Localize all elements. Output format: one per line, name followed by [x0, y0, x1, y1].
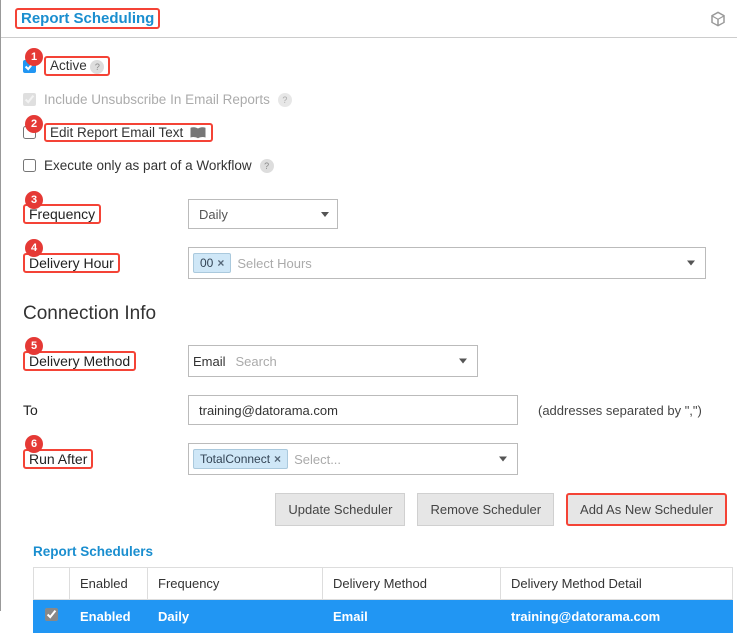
unsubscribe-checkbox	[23, 93, 36, 106]
run-after-combo[interactable]: TotalConnect × Select...	[188, 443, 518, 475]
to-hint: (addresses separated by ",")	[538, 403, 702, 418]
cube-icon[interactable]	[709, 10, 727, 28]
page-title: Report Scheduling	[21, 10, 154, 27]
chevron-down-icon	[687, 261, 695, 266]
frequency-select[interactable]: Daily	[188, 199, 338, 229]
row-enabled: Enabled	[70, 600, 148, 633]
delivery-hour-combo[interactable]: 00 × Select Hours	[188, 247, 706, 279]
marker-4: 4	[25, 239, 43, 257]
frequency-label: Frequency	[29, 206, 95, 222]
delivery-method-value: Email	[193, 354, 226, 369]
update-scheduler-button[interactable]: Update Scheduler	[275, 493, 405, 526]
remove-tag-icon[interactable]: ×	[217, 256, 224, 270]
delivery-hour-label: Delivery Hour	[29, 255, 114, 271]
marker-6: 6	[25, 435, 43, 453]
marker-1: 1	[25, 48, 43, 66]
book-icon[interactable]	[189, 126, 207, 140]
help-icon[interactable]: ?	[90, 60, 104, 74]
to-label: To	[23, 402, 188, 418]
row-checkbox[interactable]	[45, 608, 58, 621]
hour-tag[interactable]: 00 ×	[193, 253, 231, 273]
run-after-placeholder: Select...	[294, 452, 341, 467]
table-header: Delivery Method Detail	[501, 568, 733, 600]
table-header-row: Enabled Frequency Delivery Method Delive…	[34, 568, 733, 600]
delivery-method-label: Delivery Method	[29, 353, 130, 369]
add-new-scheduler-button[interactable]: Add As New Scheduler	[566, 493, 727, 526]
help-icon[interactable]: ?	[260, 159, 274, 173]
delivery-hour-placeholder: Select Hours	[237, 256, 311, 271]
delivery-method-combo[interactable]: Email Search	[188, 345, 478, 377]
run-after-label: Run After	[29, 451, 87, 467]
row-method: Email	[323, 600, 501, 633]
chevron-down-icon	[321, 212, 329, 217]
table-header	[34, 568, 70, 600]
schedulers-table: Enabled Frequency Delivery Method Delive…	[33, 567, 733, 633]
to-input[interactable]	[188, 395, 518, 425]
help-icon[interactable]: ?	[278, 93, 292, 107]
active-label: Active	[50, 58, 87, 73]
connection-info-heading: Connection Info	[23, 303, 727, 325]
table-row[interactable]: Enabled Daily Email training@datorama.co…	[34, 600, 733, 633]
unsubscribe-label: Include Unsubscribe In Email Reports	[44, 92, 270, 107]
workflow-checkbox[interactable]	[23, 159, 36, 172]
marker-3: 3	[25, 191, 43, 209]
run-after-tag[interactable]: TotalConnect ×	[193, 449, 288, 469]
marker-5: 5	[25, 337, 43, 355]
chevron-down-icon	[499, 457, 507, 462]
remove-scheduler-button[interactable]: Remove Scheduler	[417, 493, 554, 526]
workflow-label: Execute only as part of a Workflow	[44, 158, 252, 173]
schedulers-title: Report Schedulers	[33, 544, 727, 559]
marker-2: 2	[25, 115, 43, 133]
table-header: Delivery Method	[323, 568, 501, 600]
delivery-method-placeholder: Search	[236, 354, 277, 369]
frequency-value: Daily	[199, 207, 228, 222]
row-detail: training@datorama.com	[501, 600, 733, 633]
edit-email-label: Edit Report Email Text	[50, 125, 183, 140]
chevron-down-icon	[459, 359, 467, 364]
table-header: Frequency	[148, 568, 323, 600]
row-frequency: Daily	[148, 600, 323, 633]
remove-tag-icon[interactable]: ×	[274, 452, 281, 466]
table-header: Enabled	[70, 568, 148, 600]
